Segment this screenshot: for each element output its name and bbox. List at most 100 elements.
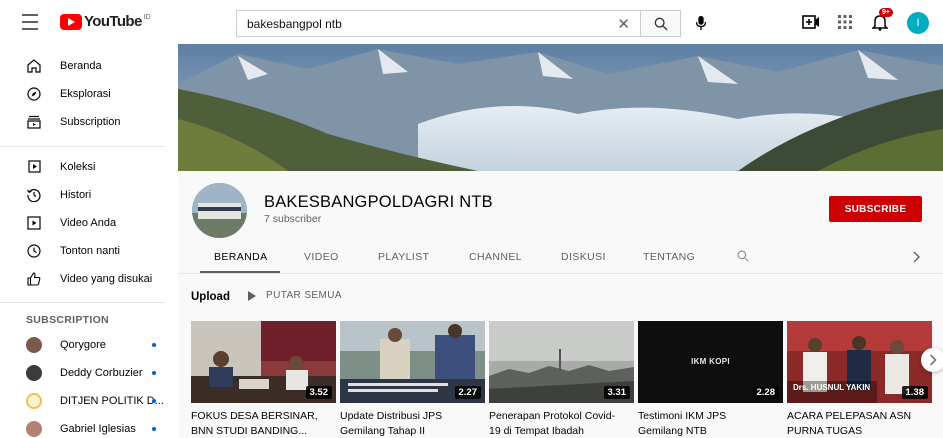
- subscribe-button[interactable]: SUBSCRIBE: [829, 196, 922, 222]
- channel-tabs: BERANDA VIDEO PLAYLIST CHANNEL DISKUSI T…: [178, 241, 943, 273]
- play-all-label: PUTAR SEMUA: [266, 290, 342, 301]
- create-video-button[interactable]: [801, 12, 821, 32]
- channel-name: BAKESBANGPOLDAGRI NTB: [264, 193, 493, 211]
- your-videos-icon: [26, 215, 42, 231]
- subscription-item[interactable]: Qorygore: [0, 331, 178, 359]
- subscription-name: Deddy Corbuzier: [60, 367, 143, 379]
- video-thumbnail[interactable]: 2.27: [340, 321, 485, 403]
- top-bar: YouTube ID ✕ 9+ I: [0, 0, 943, 44]
- uploads-section: Upload PUTAR SEMUA 3.52 FOKUS DESA BERSI…: [178, 274, 943, 438]
- video-title[interactable]: Penerapan Protokol Covid- 19 di Tempat I…: [489, 409, 634, 438]
- subscription-name: Qorygore: [60, 339, 106, 351]
- liked-icon: [26, 271, 42, 287]
- subscription-item[interactable]: Gabriel Iglesias: [0, 415, 178, 438]
- video-duration: 2.28: [752, 386, 779, 399]
- video-duration: 2.27: [454, 386, 481, 399]
- search-box: ✕: [236, 10, 641, 37]
- history-icon: [26, 187, 42, 203]
- video-title-line: ACARA PELEPASAN ASN: [787, 410, 912, 422]
- play-logo-icon: [60, 13, 82, 30]
- apps-grid-icon: [838, 15, 852, 29]
- subscription-item[interactable]: DITJEN POLITIK D...: [0, 387, 178, 415]
- video-title[interactable]: Testimoni IKM JPS Gemilang NTB: [638, 409, 783, 438]
- video-title-line: Testimoni IKM JPS: [638, 410, 727, 422]
- subscription-name: Gabriel Iglesias: [60, 423, 136, 435]
- chevron-right-icon: [930, 354, 937, 366]
- tab-playlist[interactable]: PLAYLIST: [378, 251, 429, 263]
- carousel-next-button[interactable]: [921, 348, 943, 372]
- sidebar-item-koleksi[interactable]: Koleksi: [0, 153, 178, 181]
- sidebar-item-subscription[interactable]: Subscription: [0, 108, 178, 136]
- subscription-item[interactable]: Deddy Corbuzier: [0, 359, 178, 387]
- video-thumbnail[interactable]: Drs. HUSNUL YAKIN 1.38: [787, 321, 932, 403]
- video-title[interactable]: ACARA PELEPASAN ASN PURNA TUGAS: [787, 409, 932, 438]
- sidebar-item-label: Video Anda: [60, 217, 117, 229]
- tab-video[interactable]: VIDEO: [304, 251, 339, 263]
- home-icon: [26, 58, 42, 74]
- new-content-dot: [152, 371, 156, 375]
- subscription-section-title: SUBSCRIPTION: [26, 314, 109, 326]
- channel-avatar-large[interactable]: [192, 183, 247, 238]
- sidebar-item-label: Tonton nanti: [60, 245, 120, 257]
- sidebar-item-label: Subscription: [60, 116, 121, 128]
- video-plus-icon: [802, 15, 819, 29]
- video-title-line: 19 di Tempat Ibadah: [489, 425, 584, 437]
- logo-text: YouTube: [84, 13, 142, 30]
- thumbnail-overlay-text: IKM KOPI: [691, 357, 730, 366]
- sidebar-item-histori[interactable]: Histori: [0, 181, 178, 209]
- channel-banner: [178, 44, 943, 171]
- sidebar-divider: [0, 146, 165, 147]
- search-icon: [654, 17, 667, 30]
- sidebar-divider: [0, 302, 165, 303]
- play-all-button[interactable]: PUTAR SEMUA: [248, 290, 342, 301]
- voice-search-button[interactable]: [690, 12, 712, 34]
- tab-channel[interactable]: CHANNEL: [469, 251, 522, 263]
- video-thumbnail[interactable]: 3.31: [489, 321, 634, 403]
- video-title[interactable]: Update Distribusi JPS Gemilang Tahap II: [340, 409, 485, 438]
- logo-country: ID: [143, 14, 151, 21]
- channel-avatar: [26, 393, 42, 409]
- watch-later-icon: [26, 243, 42, 259]
- video-title-line: FOKUS DESA BERSINAR,: [191, 410, 318, 422]
- video-thumbnail[interactable]: 3.52: [191, 321, 336, 403]
- mountain-banner-image: [178, 44, 943, 171]
- mic-icon: [695, 15, 707, 31]
- video-thumbnail[interactable]: IKM KOPI 2.28: [638, 321, 783, 403]
- video-card[interactable]: Drs. HUSNUL YAKIN 1.38 ACARA PELEPASAN A…: [787, 321, 932, 438]
- tabs-next-icon[interactable]: [912, 250, 922, 268]
- uploads-title[interactable]: Upload: [191, 291, 230, 303]
- video-card[interactable]: 3.52 FOKUS DESA BERSINAR, BNN STUDI BAND…: [191, 321, 336, 438]
- video-duration: 1.38: [901, 386, 928, 399]
- sidebar-item-video-disukai[interactable]: Video yang disukai: [0, 265, 178, 293]
- thumbnail-overlay-text: Drs. HUSNUL YAKIN: [793, 383, 871, 392]
- notification-badge: 9+: [879, 8, 893, 17]
- account-avatar[interactable]: I: [907, 12, 929, 34]
- sidebar-item-label: Koleksi: [60, 161, 96, 173]
- new-content-dot: [152, 399, 156, 403]
- tab-beranda[interactable]: BERANDA: [214, 251, 268, 263]
- notifications-button[interactable]: 9+: [870, 8, 893, 32]
- subscriber-count: 7 subscriber: [264, 213, 322, 225]
- channel-search-icon[interactable]: [736, 249, 750, 268]
- sidebar-item-beranda[interactable]: Beranda: [0, 52, 178, 80]
- clear-search-icon[interactable]: ✕: [617, 15, 630, 33]
- new-content-dot: [152, 343, 156, 347]
- search-button[interactable]: [641, 10, 681, 37]
- video-card[interactable]: IKM KOPI 2.28 Testimoni IKM JPS Gemilang…: [638, 321, 783, 438]
- sidebar-item-tonton-nanti[interactable]: Tonton nanti: [0, 237, 178, 265]
- menu-icon[interactable]: [22, 14, 44, 30]
- library-icon: [26, 159, 42, 175]
- sidebar-item-eksplorasi[interactable]: Eksplorasi: [0, 80, 178, 108]
- video-title[interactable]: FOKUS DESA BERSINAR, BNN STUDI BANDING..…: [191, 409, 336, 438]
- video-card[interactable]: 3.31 Penerapan Protokol Covid- 19 di Tem…: [489, 321, 634, 438]
- youtube-logo[interactable]: YouTube ID: [60, 13, 151, 30]
- video-card[interactable]: 2.27 Update Distribusi JPS Gemilang Taha…: [340, 321, 485, 438]
- new-content-dot: [152, 427, 156, 431]
- sidebar-item-video-anda[interactable]: Video Anda: [0, 209, 178, 237]
- tab-diskusi[interactable]: DISKUSI: [561, 251, 606, 263]
- search-input[interactable]: [237, 11, 607, 36]
- tab-tentang[interactable]: TENTANG: [643, 251, 695, 263]
- sidebar-item-label: Eksplorasi: [60, 88, 111, 100]
- video-title-line: Gemilang Tahap II: [340, 425, 426, 437]
- apps-button[interactable]: [835, 12, 855, 32]
